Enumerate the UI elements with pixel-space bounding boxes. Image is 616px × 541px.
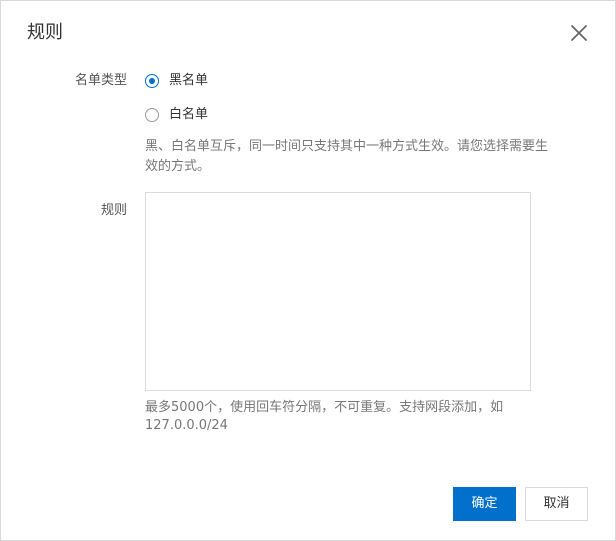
radio-blacklist[interactable]: 黑名单 — [145, 72, 208, 90]
list-type-help-line1: 黑、白名单互斥，同一时间只支持其中一种方式生效。请您选择需要生 — [145, 139, 549, 154]
radio-checked-icon[interactable] — [145, 74, 159, 88]
confirm-button[interactable]: 确定 — [453, 487, 516, 521]
list-type-label: 名单类型 — [74, 73, 127, 88]
rules-help-line1: 最多5000个，使用回车符分隔，不可重复。支持网段添加，如 — [145, 400, 504, 415]
rules-dialog: 规则 名单类型 黑名单 白名单 黑、白名单互斥，同一时间只支持其中一种方式生效。… — [0, 0, 616, 541]
radio-whitelist-label[interactable]: 白名单 — [169, 106, 208, 124]
cancel-button[interactable]: 取消 — [525, 487, 588, 521]
close-icon[interactable] — [567, 21, 591, 45]
rules-textarea[interactable] — [145, 192, 531, 391]
radio-blacklist-label[interactable]: 黑名单 — [169, 72, 208, 90]
close-icon-glyph — [571, 25, 587, 41]
radio-unchecked-icon[interactable] — [145, 108, 159, 122]
rules-help-line2: 127.0.0.0/24 — [145, 418, 228, 433]
dialog-title: 规则 — [27, 22, 63, 43]
rules-label: 规则 — [100, 203, 127, 218]
radio-whitelist[interactable]: 白名单 — [145, 106, 208, 124]
list-type-help-line2: 效的方式。 — [145, 159, 211, 174]
